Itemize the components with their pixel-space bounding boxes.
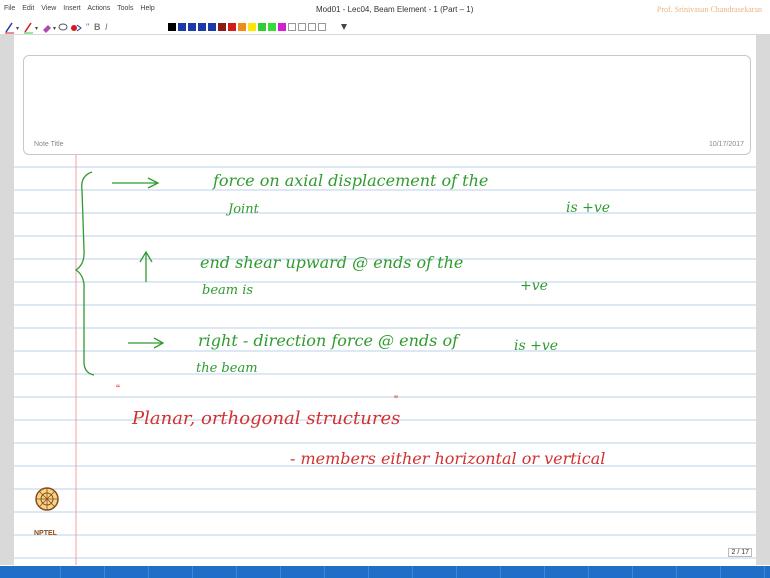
note-line-1: force on axial displacement of the [212, 171, 488, 190]
close-quote-mark: ” [394, 393, 398, 407]
note-line-2b: beam is [202, 283, 253, 298]
nptel-label: NPTEL [34, 530, 57, 537]
page-indicator: 2 / 17 [728, 548, 752, 557]
note-line-1-sign: is +ve [566, 200, 610, 216]
up-arrow-icon [139, 250, 153, 282]
note-line-2-sign: +ve [520, 278, 548, 294]
note-line-1b: Joint [225, 202, 260, 217]
left-brace [74, 171, 95, 376]
right-arrow-icon [112, 177, 160, 189]
note-line-2: end shear upward @ ends of the [200, 253, 463, 272]
taskbar [0, 566, 770, 578]
note-line-3: right - direction force @ ends of [198, 331, 461, 350]
open-quote-mark: “ [116, 382, 120, 396]
handwriting-layer: force on axial displacement of the Joint… [74, 171, 610, 468]
right-arrow-icon [128, 337, 165, 349]
nptel-logo-icon [35, 487, 59, 511]
note-line-3b: the beam [196, 361, 258, 376]
members-note: - members either horizontal or vertical [290, 449, 605, 468]
note-line-3-sign: is +ve [514, 338, 558, 354]
planar-heading: Planar, orthogonal structures [131, 408, 400, 429]
